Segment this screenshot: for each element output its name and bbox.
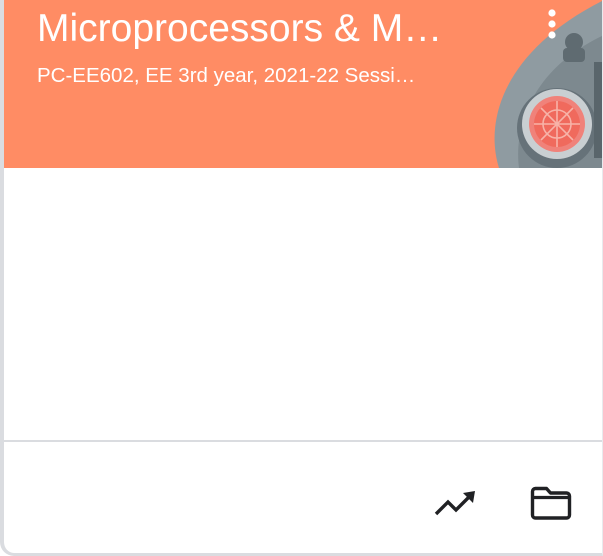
open-progress-button[interactable] [432, 479, 480, 527]
class-card-footer [4, 442, 602, 553]
more-options-button[interactable] [534, 4, 570, 44]
class-card-header[interactable]: Microprocessors & M… PC-EE602, EE 3rd ye… [4, 0, 602, 168]
class-card-body [4, 168, 602, 440]
open-folder-button[interactable] [527, 479, 575, 527]
trending-up-icon [434, 491, 475, 516]
class-title[interactable]: Microprocessors & M… [37, 6, 499, 52]
folder-icon [530, 486, 572, 520]
class-card: Microprocessors & M… PC-EE602, EE 3rd ye… [0, 0, 603, 556]
more-vert-icon [548, 9, 556, 39]
class-section[interactable]: PC-EE602, EE 3rd year, 2021-22 Sessi… [37, 63, 489, 89]
